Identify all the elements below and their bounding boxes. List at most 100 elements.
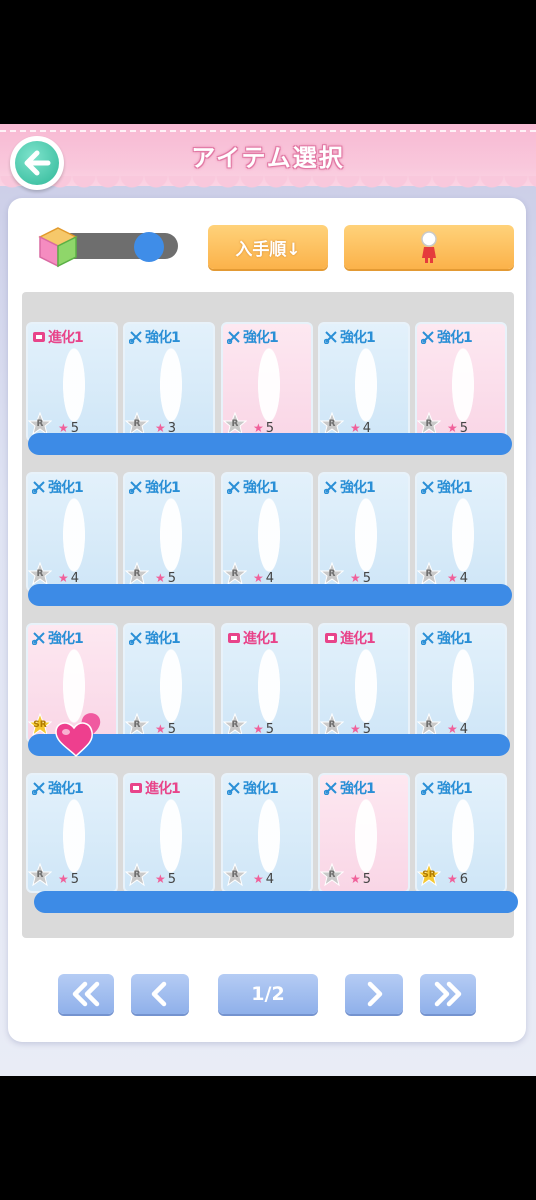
enhance-tag: 強化1 [324, 478, 376, 496]
back-button[interactable] [10, 136, 64, 190]
item-card[interactable]: 強化1 R ★ 5 [318, 472, 410, 592]
enhance-tag: 強化1 [227, 779, 279, 797]
header-banner: アイテム選択 [0, 124, 536, 198]
prev-page-button[interactable] [131, 974, 189, 1014]
blue-highlight-bar [34, 891, 518, 913]
rarity-label: R [328, 720, 336, 730]
rarity-badge: R [223, 863, 247, 887]
rarity-label: R [231, 720, 239, 730]
scissors-icon [227, 481, 240, 494]
pink-star-icon: ★ [253, 872, 264, 886]
avatar-filter-button[interactable] [344, 225, 514, 269]
star-count: 4 [265, 871, 275, 887]
header-scallop [0, 176, 536, 198]
star-count: 5 [362, 871, 372, 887]
item-card[interactable]: 進化1 R ★ 5 [221, 623, 313, 743]
tag-label: 強化1 [340, 480, 376, 496]
enhance-tag: 強化1 [421, 629, 473, 647]
star-level: ★ 5 [155, 871, 176, 887]
item-card[interactable]: 強化1 R ★ 4 [415, 623, 507, 743]
rarity-label: R [133, 419, 141, 429]
sewing-machine-icon [33, 332, 45, 342]
rarity-badge: R [125, 562, 149, 586]
rarity-label: R [36, 870, 44, 880]
scissors-icon [129, 632, 142, 645]
item-card[interactable]: 強化1 R ★ 5 [123, 472, 215, 592]
star-level: ★ 5 [350, 871, 371, 887]
rarity-badge: R [417, 562, 441, 586]
tag-label: 強化1 [437, 330, 473, 346]
tag-label: 進化1 [145, 781, 181, 797]
enhance-tag: 強化1 [421, 779, 473, 797]
evolve-tag: 進化1 [32, 328, 84, 346]
sort-order-button[interactable]: 入手順↓ [208, 225, 328, 269]
item-card[interactable]: 強化1 R ★ 5 [415, 322, 507, 442]
scissors-icon [129, 331, 142, 344]
item-card[interactable]: 進化1 R ★ 5 [123, 773, 215, 893]
enhance-tag: 強化1 [324, 779, 376, 797]
tag-label: 強化1 [437, 480, 473, 496]
rarity-label: R [425, 569, 433, 579]
tag-label: 強化1 [243, 781, 279, 797]
item-card[interactable]: 強化1 R ★ 3 [123, 322, 215, 442]
rarity-label: R [328, 870, 336, 880]
star-level: ★ 6 [447, 871, 468, 887]
enhance-tag: 強化1 [32, 629, 84, 647]
pink-star-icon: ★ [447, 571, 458, 585]
item-card[interactable]: 進化1 R ★ 5 [26, 322, 118, 442]
first-page-button[interactable] [58, 974, 114, 1014]
enhance-tag: 強化1 [324, 328, 376, 346]
item-card[interactable]: 強化1 R ★ 4 [318, 322, 410, 442]
item-card[interactable]: 強化1 SR ★ 6 [415, 773, 507, 893]
scissors-icon [324, 782, 337, 795]
tag-label: 強化1 [145, 330, 181, 346]
chevron-left-icon [151, 981, 167, 1007]
enhance-tag: 強化1 [421, 328, 473, 346]
tag-label: 強化1 [145, 480, 181, 496]
heart-icon [55, 713, 101, 758]
rarity-label: R [425, 419, 433, 429]
item-card[interactable]: 強化1 R ★ 4 [415, 472, 507, 592]
rarity-label: SR [422, 870, 436, 880]
evolve-tag: 進化1 [129, 779, 181, 797]
scissors-icon [421, 782, 434, 795]
tag-label: 強化1 [437, 631, 473, 647]
item-card[interactable]: 強化1 R ★ 5 [123, 623, 215, 743]
rarity-label: R [425, 720, 433, 730]
pink-star-icon: ★ [350, 571, 361, 585]
rarity-label: R [231, 569, 239, 579]
item-card[interactable]: 強化1 R ★ 4 [221, 773, 313, 893]
header-stitch [0, 130, 536, 132]
page-indicator: 1/2 [218, 974, 318, 1014]
chevron-right-icon [367, 981, 383, 1007]
arrow-left-icon [15, 141, 59, 185]
toggle-knob[interactable] [134, 232, 164, 262]
tag-label: 強化1 [48, 480, 84, 496]
next-page-button[interactable] [345, 974, 403, 1014]
scissors-icon [421, 632, 434, 645]
tag-label: 進化1 [340, 631, 376, 647]
tag-label: 強化1 [437, 781, 473, 797]
cube-icon[interactable] [36, 225, 80, 269]
scissors-icon [421, 481, 434, 494]
scissors-icon [227, 331, 240, 344]
enhance-tag: 強化1 [129, 629, 181, 647]
pink-star-icon: ★ [155, 571, 166, 585]
item-card[interactable]: 進化1 R ★ 5 [318, 623, 410, 743]
pink-star-icon: ★ [253, 571, 264, 585]
item-card[interactable]: 強化1 R ★ 5 [221, 322, 313, 442]
last-page-button[interactable] [420, 974, 476, 1014]
rarity-label: R [328, 419, 336, 429]
enhance-tag: 強化1 [421, 478, 473, 496]
item-card[interactable]: 強化1 R ★ 5 [318, 773, 410, 893]
item-card[interactable]: 強化1 R ★ 4 [221, 472, 313, 592]
pink-star-icon: ★ [447, 872, 458, 886]
rarity-label: SR [33, 720, 47, 730]
item-card[interactable]: 強化1 R ★ 4 [26, 472, 118, 592]
item-card[interactable]: 強化1 R ★ 5 [26, 773, 118, 893]
tag-label: 強化1 [48, 631, 84, 647]
enhance-tag: 強化1 [129, 328, 181, 346]
double-chevron-right-icon [434, 981, 462, 1007]
evolve-tag: 進化1 [227, 629, 279, 647]
scissors-icon [227, 782, 240, 795]
